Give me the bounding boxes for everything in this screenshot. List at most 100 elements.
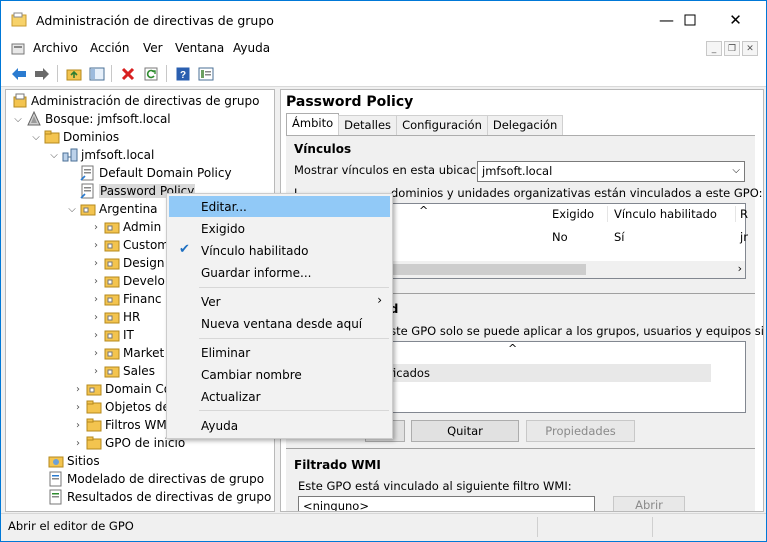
gpo-link-icon — [80, 165, 94, 181]
tab-detalles[interactable]: Detalles — [338, 115, 398, 135]
quitar-button[interactable]: Quitar — [411, 420, 519, 442]
tree-item-forest[interactable]: ⌵ Bosque: jmfsoft.local — [12, 110, 171, 128]
row-exigido: No — [552, 230, 568, 244]
sort-up-icon: ^ — [508, 342, 518, 355]
tree-item-ou[interactable]: › IT — [90, 326, 134, 344]
chevron-right-icon[interactable]: › — [72, 434, 84, 452]
chevron-right-icon[interactable]: › — [90, 236, 102, 254]
column-exigido[interactable]: Exigido — [552, 204, 594, 224]
tree-item-root[interactable]: Administración de directivas de grupo — [10, 92, 259, 110]
chevron-right-icon[interactable]: › — [72, 380, 84, 398]
maximize-button[interactable] — [667, 1, 712, 38]
mdi-close-button[interactable]: ✕ — [742, 41, 758, 56]
tree-label: Custom — [123, 238, 169, 252]
folder-icon — [44, 130, 60, 144]
forward-arrow-icon — [35, 67, 49, 80]
chevron-right-icon[interactable]: › — [90, 272, 102, 290]
chevron-right-icon[interactable]: › — [90, 290, 102, 308]
show-hide-tree-icon — [89, 67, 105, 80]
chevron-right-icon[interactable]: › — [90, 218, 102, 236]
menu-item-ayuda[interactable]: Ayuda — [169, 415, 390, 436]
chevron-down-icon[interactable]: ⌵ — [48, 146, 60, 164]
menu-ventana[interactable]: Ventana — [175, 41, 224, 55]
refresh-button[interactable] — [141, 64, 161, 83]
menu-item-guardar-informe[interactable]: Guardar informe... — [169, 262, 390, 283]
column-vinculo-habilitado[interactable]: Vínculo habilitado — [614, 204, 717, 224]
tree-item-ou[interactable]: › Admin — [90, 218, 161, 236]
help-button[interactable]: ? — [173, 64, 193, 83]
chevron-right-icon[interactable]: › — [72, 398, 84, 416]
location-dropdown[interactable]: jmfsoft.local ⌵ — [477, 161, 745, 182]
up-folder-icon — [66, 69, 82, 80]
section-divider — [286, 448, 755, 449]
chevron-right-icon[interactable]: › — [738, 262, 742, 275]
forward-button[interactable] — [32, 64, 52, 83]
menu-item-ver[interactable]: Ver › — [169, 291, 390, 312]
tree-item-sites[interactable]: Sitios — [46, 452, 100, 470]
menu-accion[interactable]: Acción — [90, 41, 129, 55]
chevron-down-icon[interactable]: ⌵ — [66, 200, 78, 218]
menu-item-eliminar[interactable]: Eliminar — [169, 342, 390, 363]
chevron-down-icon[interactable]: ⌵ — [30, 128, 42, 146]
title-bar: Administración de directivas de grupo — … — [1, 1, 766, 38]
tree-item-argentina[interactable]: ⌵ Argentina — [66, 200, 157, 218]
chevron-right-icon[interactable]: › — [90, 362, 102, 380]
tree-item-results[interactable]: Resultados de directivas de grupo — [46, 488, 271, 506]
menu-item-nueva-ventana[interactable]: Nueva ventana desde aquí — [169, 313, 390, 334]
tree-item-ou[interactable]: › Develo — [90, 272, 165, 290]
tree-item-default-domain-policy[interactable]: Default Domain Policy — [78, 164, 232, 182]
chevron-right-icon[interactable]: › — [90, 326, 102, 344]
chevron-down-icon[interactable]: ⌵ — [12, 110, 24, 128]
chevron-right-icon[interactable]: › — [90, 344, 102, 362]
chevron-right-icon[interactable]: › — [72, 416, 84, 434]
tab-delegacion[interactable]: Delegación — [486, 115, 564, 135]
menu-item-actualizar[interactable]: Actualizar — [169, 386, 390, 407]
wmi-description: Este GPO está vinculado al siguiente fil… — [298, 479, 572, 493]
menu-item-vinculo-habilitado[interactable]: ✔ Vínculo habilitado — [169, 240, 390, 261]
tree-item-ou[interactable]: › Financ — [90, 290, 162, 308]
up-folder-button[interactable] — [64, 64, 84, 83]
properties-button[interactable] — [196, 64, 216, 83]
tab-ambito[interactable]: Ámbito — [286, 113, 340, 135]
svg-text:?: ? — [180, 70, 186, 81]
menu-ver[interactable]: Ver — [143, 41, 163, 55]
close-button[interactable]: ✕ — [713, 1, 758, 38]
tree-item-ou[interactable]: › Custom — [90, 236, 169, 254]
tree-label: Sales — [123, 364, 155, 378]
row-ruta: jr — [740, 230, 748, 244]
chevron-right-icon[interactable]: › — [90, 308, 102, 326]
tree-item-wmi-filters[interactable]: › Filtros WM — [72, 416, 167, 434]
tab-configuracion[interactable]: Configuración — [396, 115, 488, 135]
wmi-filter-dropdown[interactable]: <ninguno> — [298, 496, 595, 511]
wmi-open-button[interactable]: Abrir — [613, 496, 685, 511]
column-ruta[interactable]: R — [740, 204, 748, 224]
toolbar: ? — [1, 60, 766, 87]
tree-item-ou[interactable]: › Sales — [90, 362, 155, 380]
tree-item-domains[interactable]: ⌵ Dominios — [30, 128, 119, 146]
tree-item-ou[interactable]: › HR — [90, 308, 140, 326]
tree-label: Domain Co — [105, 382, 172, 396]
tree-item-domain-controllers[interactable]: › Domain Co — [72, 380, 171, 398]
delete-button[interactable] — [118, 64, 138, 83]
mdi-restore-button[interactable]: ❐ — [724, 41, 740, 56]
menu-item-editar[interactable]: Editar... — [169, 196, 390, 217]
menu-item-exigido[interactable]: Exigido — [169, 218, 390, 239]
propiedades-button[interactable]: Propiedades — [526, 420, 635, 442]
menu-ayuda[interactable]: Ayuda — [233, 41, 270, 55]
tree-item-modeling[interactable]: Modelado de directivas de grupo — [46, 470, 264, 488]
chevron-right-icon[interactable]: › — [90, 254, 102, 272]
mdi-minimize-button[interactable]: _ — [706, 41, 722, 56]
results-icon — [49, 489, 62, 505]
back-button[interactable] — [9, 64, 29, 83]
tree-item-ou[interactable]: › Market — [90, 344, 164, 362]
tree-item-ou[interactable]: › Design — [90, 254, 164, 272]
back-arrow-icon — [12, 67, 26, 80]
show-hide-tree-button[interactable] — [87, 64, 107, 83]
tree-item-domain[interactable]: ⌵ jmfsoft.local — [48, 146, 154, 164]
tree-item-gpo-objects[interactable]: › Objetos de — [72, 398, 170, 416]
gpo-title: Password Policy — [286, 94, 414, 110]
menu-item-cambiar-nombre[interactable]: Cambiar nombre — [169, 364, 390, 385]
sites-icon — [48, 456, 64, 468]
tree-label: Market — [123, 346, 165, 360]
menu-archivo[interactable]: Archivo — [33, 41, 78, 55]
